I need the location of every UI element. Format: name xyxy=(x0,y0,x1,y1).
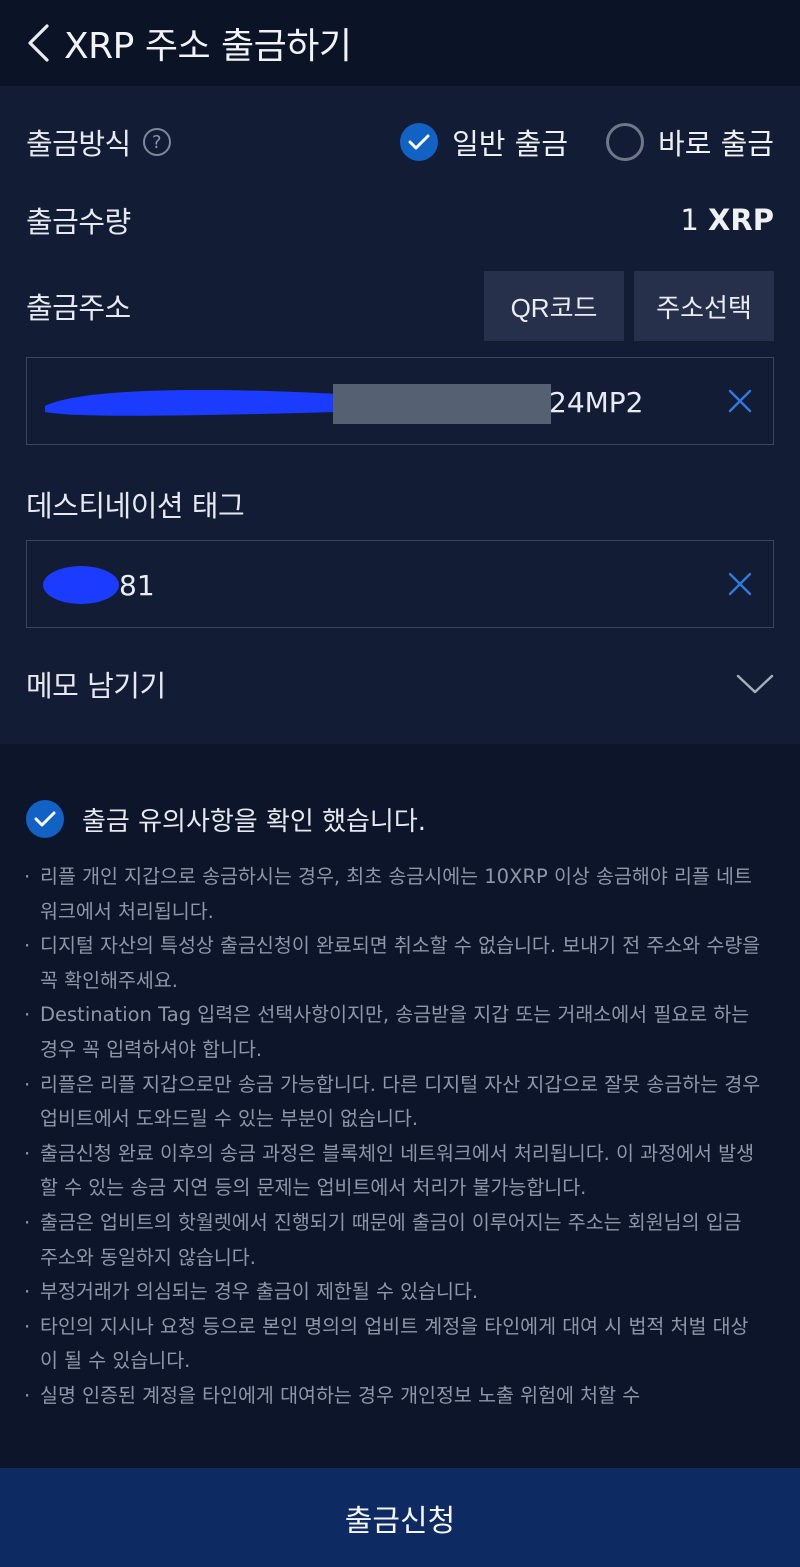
clear-address-button[interactable] xyxy=(725,386,755,416)
back-button[interactable] xyxy=(0,0,66,86)
notice-section: 출금 유의사항을 확인 했습니다. 리플 개인 지갑으로 송금하시는 경우, 최… xyxy=(0,744,800,1468)
memo-label: 메모 남기기 xyxy=(26,669,166,703)
amount-unit: XRP xyxy=(708,203,774,237)
destination-tag-input[interactable]: 81 xyxy=(26,540,774,628)
confirm-checkbox[interactable]: 출금 유의사항을 확인 했습니다. xyxy=(26,800,426,838)
amount-row: 출금수량 1 XRP xyxy=(26,198,774,242)
amount-value: 1 xyxy=(680,203,699,237)
tag-row: 데스티네이션 태그 xyxy=(26,482,774,526)
help-icon[interactable]: ? xyxy=(142,128,171,156)
amount-display: 1 XRP xyxy=(680,203,774,237)
submit-withdraw-button[interactable]: 출금신청 xyxy=(0,1468,800,1567)
method-label: 출금방식 xyxy=(26,127,131,161)
notice-item: Destination Tag 입력은 선택사항이지만, 송금받을 지갑 또는 … xyxy=(22,998,762,1067)
notice-item: 출금은 업비트의 핫월렛에서 진행되기 때문에 출금이 이루어지는 주소는 회원… xyxy=(22,1206,762,1275)
check-icon xyxy=(400,123,439,161)
tag-value: 81 xyxy=(119,569,155,602)
notice-item: 리플은 리플 지갑으로만 송금 가능합니다. 다른 디지털 자산 지갑으로 잘못… xyxy=(22,1068,762,1137)
address-input[interactable]: 24MP2 xyxy=(26,357,774,445)
radio-instant-withdraw[interactable]: 바로 출금 xyxy=(606,121,774,163)
tag-label: 데스티네이션 태그 xyxy=(26,489,245,523)
method-row: 출금방식 ? 일반 출금 바로 출금 xyxy=(26,120,774,164)
redacted-mark xyxy=(45,384,551,424)
address-label: 출금주소 xyxy=(26,291,131,325)
notice-list: 리플 개인 지갑으로 송금하시는 경우, 최초 송금시에는 10XRP 이상 송… xyxy=(22,860,762,1414)
notice-item: 타인의 지시나 요청 등으로 본인 명의의 업비트 계정을 타인에게 대여 시 … xyxy=(22,1310,762,1379)
qr-code-button[interactable]: QR코드 xyxy=(484,271,624,341)
radio-normal-label: 일반 출금 xyxy=(452,127,569,161)
notice-item: 부정거래가 의심되는 경우 출금이 제한될 수 있습니다. xyxy=(22,1275,762,1310)
close-icon xyxy=(728,389,752,413)
address-row: 출금주소 QR코드 주소선택 xyxy=(26,271,774,341)
redacted-mark xyxy=(43,566,119,604)
amount-label: 출금수량 xyxy=(26,205,131,239)
close-icon xyxy=(728,572,752,596)
address-value: 24MP2 xyxy=(549,386,644,419)
radio-instant-label: 바로 출금 xyxy=(658,127,774,161)
radio-empty-icon xyxy=(606,123,645,161)
address-actions: QR코드 주소선택 xyxy=(484,271,774,341)
clear-tag-button[interactable] xyxy=(725,569,755,599)
notice-item: 출금신청 완료 이후의 송금 과정은 블록체인 네트워크에서 처리됩니다. 이 … xyxy=(22,1137,762,1206)
withdraw-form: 출금방식 ? 일반 출금 바로 출금 출금수량 1 XRP 출금주소 QR코드 … xyxy=(0,86,800,744)
page-title: XRP 주소 출금하기 xyxy=(64,26,352,67)
notice-item: 디지털 자산의 특성상 출금신청이 완료되면 취소할 수 없습니다. 보내기 전… xyxy=(22,929,762,998)
notice-item: 리플 개인 지갑으로 송금하시는 경우, 최초 송금시에는 10XRP 이상 송… xyxy=(22,860,762,929)
chevron-left-icon xyxy=(28,24,49,62)
confirm-text: 출금 유의사항을 확인 했습니다. xyxy=(82,806,427,837)
check-icon xyxy=(26,800,64,838)
memo-row[interactable]: 메모 남기기 xyxy=(26,662,774,706)
chevron-down-icon xyxy=(736,674,774,694)
notice-item: 실명 인증된 계정을 타인에게 대여하는 경우 개인정보 노출 위험에 처할 수 xyxy=(22,1379,762,1414)
method-radio-group: 일반 출금 바로 출금 xyxy=(400,121,774,163)
app-header: XRP 주소 출금하기 xyxy=(0,0,800,86)
address-select-button[interactable]: 주소선택 xyxy=(634,271,774,341)
radio-normal-withdraw[interactable]: 일반 출금 xyxy=(400,121,568,163)
